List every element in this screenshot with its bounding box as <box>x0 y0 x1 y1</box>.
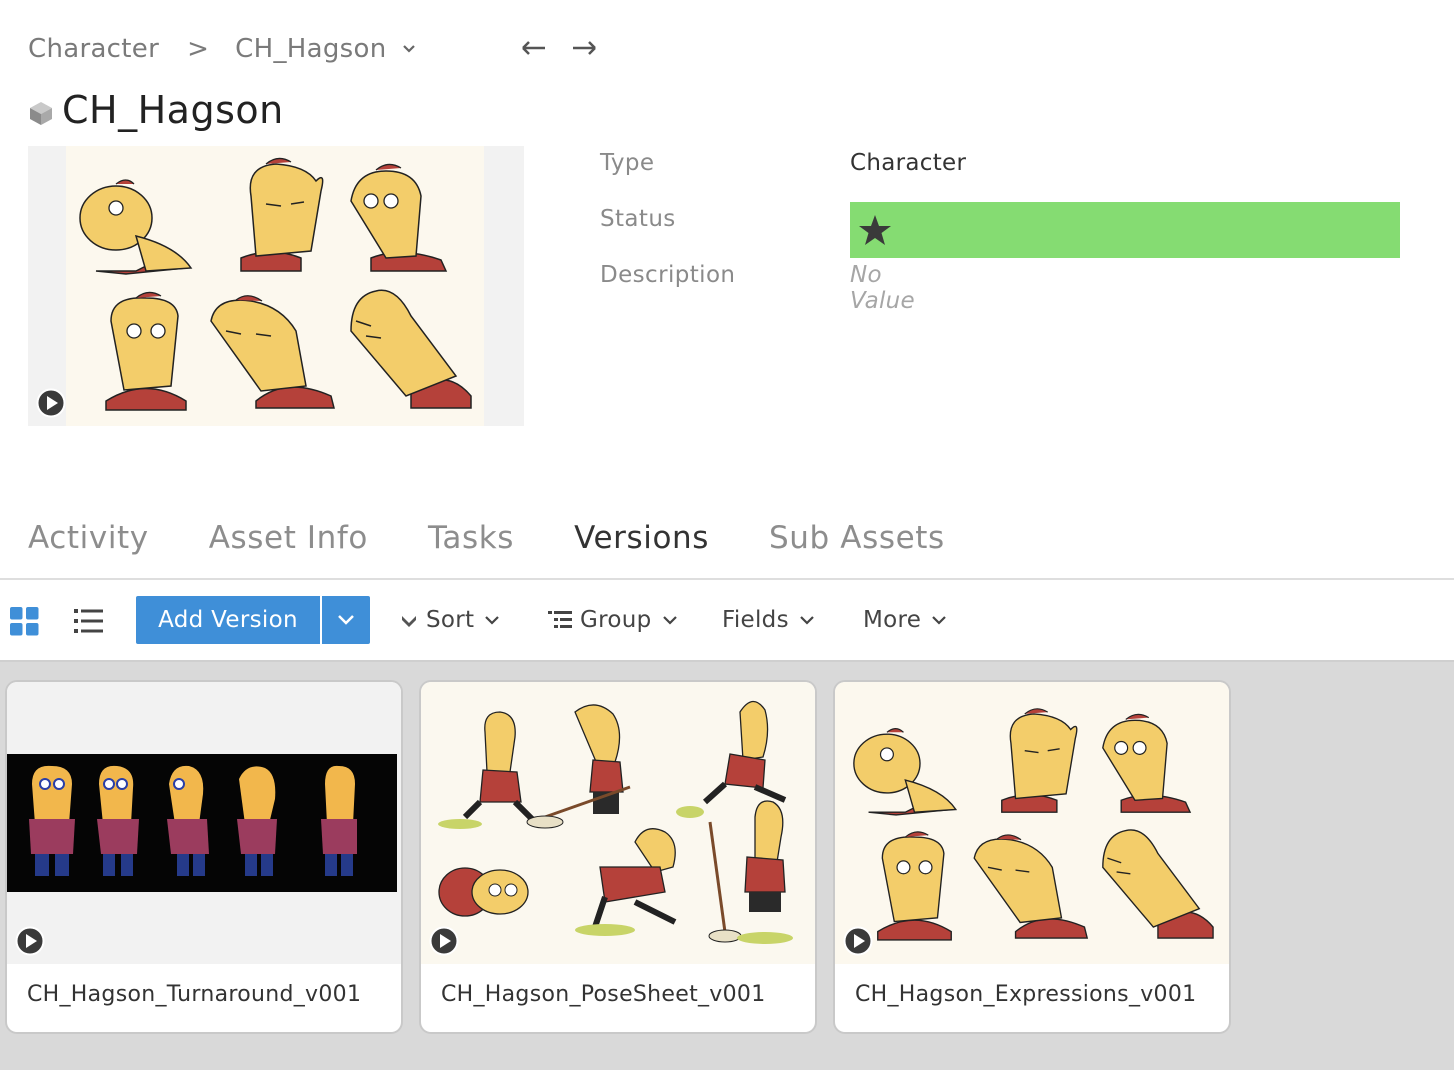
version-card[interactable]: CH_Hagson_Turnaround_v001 <box>7 682 401 1032</box>
expressions-image <box>853 708 1214 941</box>
add-version-dropdown[interactable] <box>322 596 370 644</box>
asset-header: CH_Hagson <box>28 88 284 132</box>
chevron-down-icon <box>800 616 814 625</box>
breadcrumb-parent[interactable]: Character <box>28 34 159 64</box>
character-expressions-image <box>79 157 472 411</box>
turnaround-image <box>7 754 397 892</box>
version-name[interactable]: CH_Hagson_PoseSheet_v001 <box>441 982 766 1007</box>
versions-gallery: CH_Hagson_Turnaround_v001 CH_Hagson_Pose… <box>0 662 1454 1070</box>
group-label: Group <box>580 607 652 633</box>
chevron-down-icon[interactable] <box>402 42 416 56</box>
type-label: Type <box>600 150 655 176</box>
cube-icon <box>30 102 52 125</box>
tab-bar: Activity Asset Info Tasks Versions Sub A… <box>28 520 1005 556</box>
add-version-button[interactable]: Add Version <box>136 596 320 644</box>
chevron-down-icon <box>662 616 677 625</box>
version-thumbnail <box>421 682 815 964</box>
version-name[interactable]: CH_Hagson_Expressions_v001 <box>855 982 1196 1007</box>
history-nav <box>520 34 598 62</box>
version-name[interactable]: CH_Hagson_Turnaround_v001 <box>27 982 361 1007</box>
arrow-right-icon[interactable] <box>570 34 598 62</box>
star-icon <box>859 215 891 245</box>
tab-sub-assets[interactable]: Sub Assets <box>769 520 945 556</box>
description-label: Description <box>600 262 736 288</box>
asset-thumbnail[interactable] <box>28 146 524 426</box>
page-title: CH_Hagson <box>62 88 284 132</box>
breadcrumb: Character > CH_Hagson <box>28 30 416 68</box>
version-card[interactable]: CH_Hagson_Expressions_v001 <box>835 682 1229 1032</box>
version-card[interactable]: CH_Hagson_PoseSheet_v001 <box>421 682 815 1032</box>
group-button[interactable]: Group <box>548 596 678 644</box>
group-icon <box>548 611 572 628</box>
play-icon[interactable] <box>15 926 45 956</box>
description-value[interactable]: No Value <box>850 262 915 314</box>
version-thumbnail <box>7 682 401 964</box>
grid-view-icon[interactable] <box>10 607 40 637</box>
sort-label: Sort <box>426 607 475 633</box>
breadcrumb-current[interactable]: CH_Hagson <box>235 34 386 64</box>
sort-icon <box>402 616 416 627</box>
expressions-artwork <box>66 146 484 426</box>
breadcrumb-separator: > <box>187 34 210 64</box>
more-button[interactable]: More <box>863 596 947 644</box>
chevron-down-icon <box>485 616 500 625</box>
fields-label: Fields <box>722 607 789 633</box>
list-view-icon[interactable] <box>74 608 104 634</box>
type-value[interactable]: Character <box>850 150 966 176</box>
posesheet-image <box>438 700 793 944</box>
sort-button[interactable]: Sort <box>400 596 500 644</box>
play-icon[interactable] <box>429 926 459 956</box>
play-icon[interactable] <box>843 926 873 956</box>
fields-button[interactable]: Fields <box>722 596 815 644</box>
tab-activity[interactable]: Activity <box>28 520 149 556</box>
versions-toolbar: Add Version Sort Group Fields More <box>0 580 1454 660</box>
status-field[interactable] <box>850 202 1400 258</box>
chevron-down-icon <box>932 616 946 625</box>
chevron-down-icon <box>338 615 354 625</box>
tab-versions[interactable]: Versions <box>574 520 709 556</box>
arrow-left-icon[interactable] <box>520 34 548 62</box>
version-thumbnail <box>835 682 1229 964</box>
tab-tasks[interactable]: Tasks <box>428 520 514 556</box>
status-label: Status <box>600 206 676 232</box>
play-icon[interactable] <box>36 388 66 418</box>
more-label: More <box>863 607 922 633</box>
tab-asset-info[interactable]: Asset Info <box>209 520 368 556</box>
